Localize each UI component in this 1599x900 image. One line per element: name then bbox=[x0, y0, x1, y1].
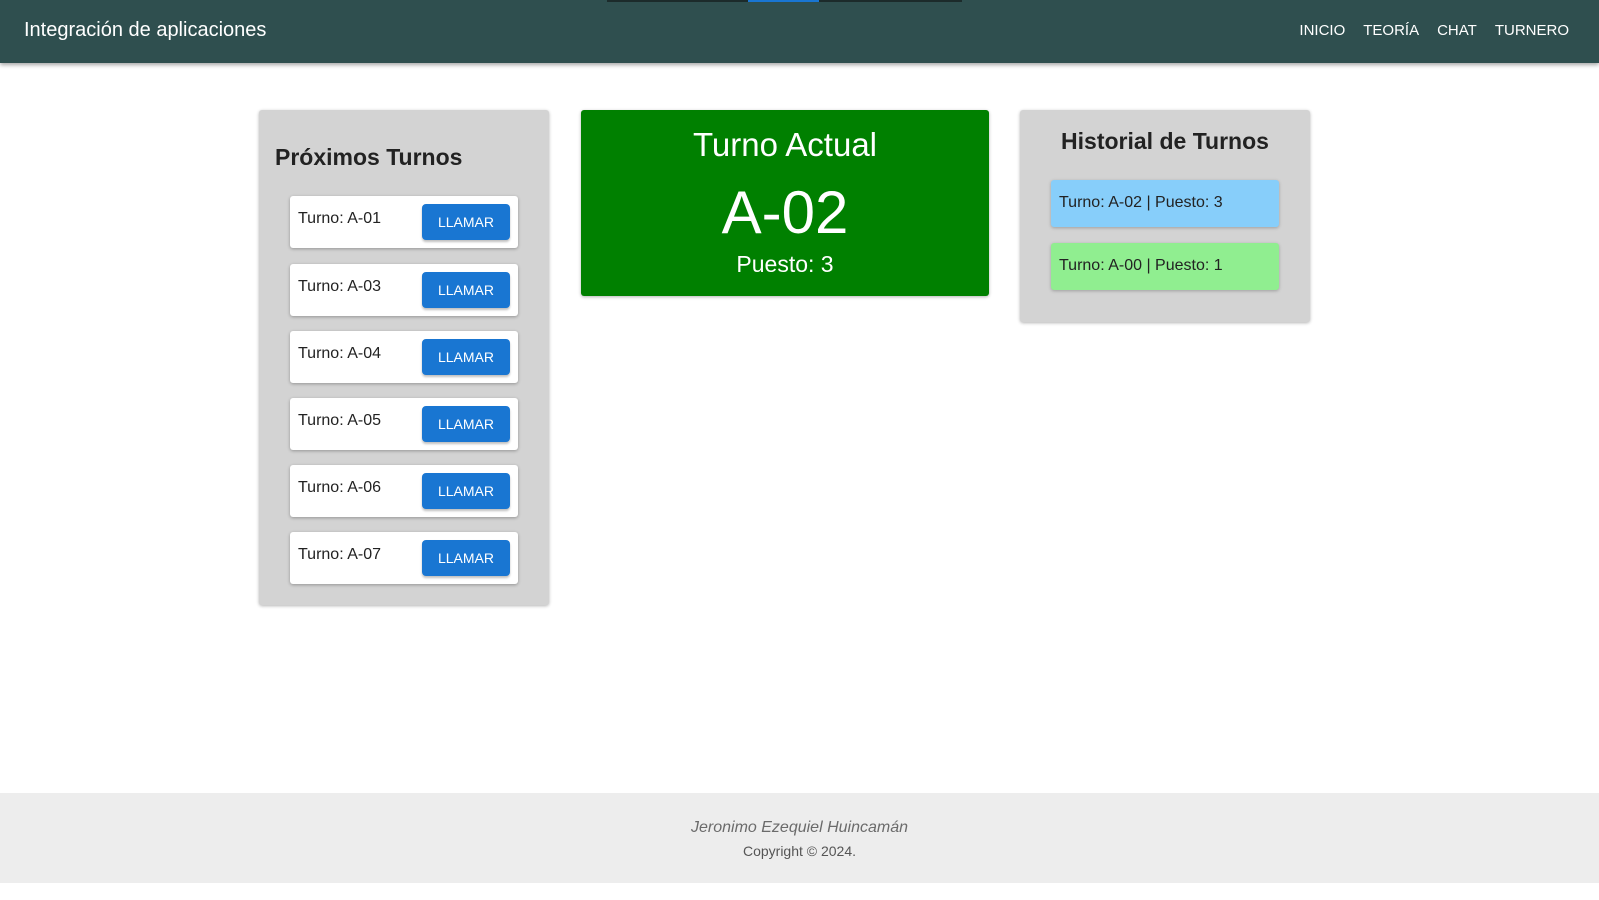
current-turn-station: Puesto: 3 bbox=[736, 251, 834, 277]
turn-history-panel: Historial de Turnos Turno: A-02 | Puesto… bbox=[1020, 110, 1310, 322]
app-bar: Integración de aplicaciones INICIO TEORÍ… bbox=[0, 0, 1599, 63]
queue-item: Turno: A-03 LLAMAR bbox=[290, 264, 518, 316]
footer-copyright: Copyright © 2024. bbox=[742, 843, 857, 859]
turn-history-title: Historial de Turnos bbox=[1061, 128, 1269, 154]
call-button[interactable]: LLAMAR bbox=[422, 204, 510, 240]
nav-turnero[interactable]: TURNERO bbox=[1495, 22, 1569, 39]
upcoming-turns-title: Próximos Turnos bbox=[275, 144, 463, 170]
queue-item-label: Turno: A-06 bbox=[298, 479, 382, 496]
queue-item-label: Turno: A-01 bbox=[298, 210, 382, 227]
nav-teoria[interactable]: TEORÍA bbox=[1363, 22, 1419, 39]
footer-author: Jeronimo Ezequiel Huincamán bbox=[691, 819, 908, 836]
current-turn-card: Turno Actual A-02 Puesto: 3 bbox=[581, 110, 989, 296]
call-button[interactable]: LLAMAR bbox=[422, 540, 510, 576]
call-button[interactable]: LLAMAR bbox=[422, 473, 510, 509]
top-nav: INICIO TEORÍA CHAT TURNERO bbox=[1299, 22, 1569, 39]
footer: Jeronimo Ezequiel Huincamán Copyright © … bbox=[0, 793, 1599, 883]
history-item: Turno: A-00 | Puesto: 1 bbox=[1051, 243, 1279, 290]
current-turn-number: A-02 bbox=[721, 179, 849, 246]
history-item: Turno: A-02 | Puesto: 3 bbox=[1051, 180, 1279, 227]
call-button[interactable]: LLAMAR bbox=[422, 339, 510, 375]
upcoming-turns-panel: Próximos Turnos Turno: A-01 LLAMAR Turno… bbox=[259, 110, 549, 605]
queue-item: Turno: A-05 LLAMAR bbox=[290, 398, 518, 450]
nav-inicio[interactable]: INICIO bbox=[1299, 22, 1345, 39]
queue-item-label: Turno: A-04 bbox=[298, 345, 382, 362]
call-button[interactable]: LLAMAR bbox=[422, 406, 510, 442]
nav-chat[interactable]: CHAT bbox=[1437, 22, 1477, 39]
tab-indicator-track bbox=[607, 0, 962, 2]
queue-item-label: Turno: A-03 bbox=[298, 278, 382, 295]
queue-item: Turno: A-07 LLAMAR bbox=[290, 532, 518, 584]
tab-indicator-active bbox=[748, 0, 819, 2]
queue-item: Turno: A-06 LLAMAR bbox=[290, 465, 518, 517]
call-button[interactable]: LLAMAR bbox=[422, 272, 510, 308]
queue-item-label: Turno: A-07 bbox=[298, 546, 382, 563]
queue-item-label: Turno: A-05 bbox=[298, 412, 382, 429]
app-title: Integración de aplicaciones bbox=[24, 19, 267, 41]
queue-item: Turno: A-01 LLAMAR bbox=[290, 196, 518, 248]
queue-item: Turno: A-04 LLAMAR bbox=[290, 331, 518, 383]
current-turn-title: Turno Actual bbox=[692, 126, 878, 163]
